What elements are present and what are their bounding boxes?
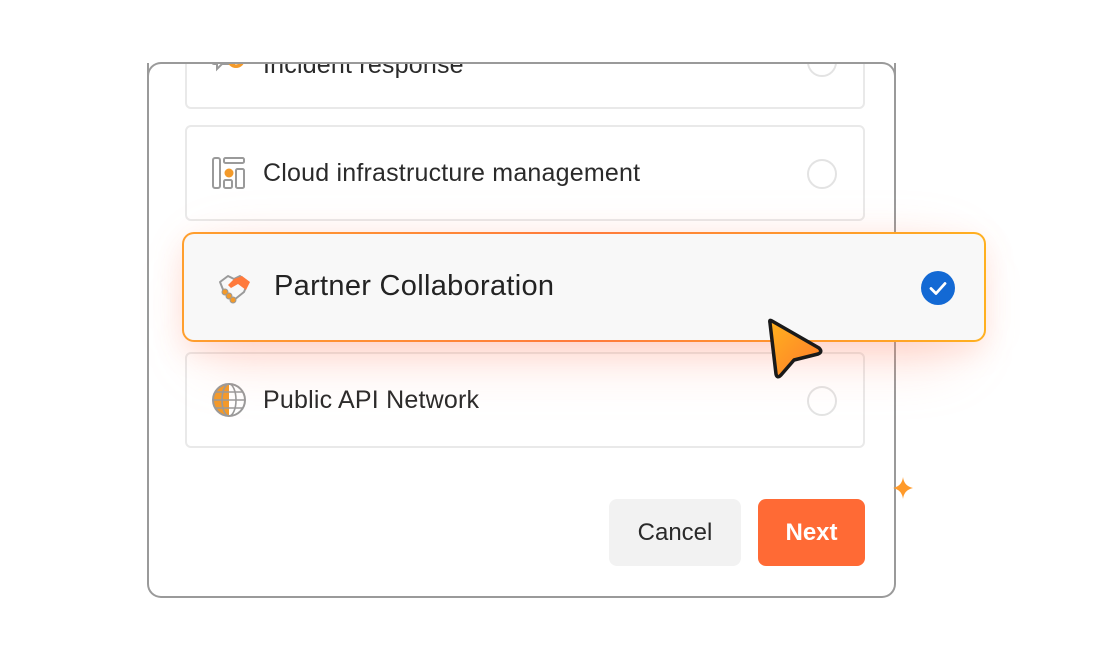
- option-cloud-infrastructure[interactable]: Cloud infrastructure management: [185, 125, 865, 221]
- stage: Incident response Cloud infrastructure m…: [0, 0, 1100, 660]
- option-label: Cloud infrastructure management: [263, 158, 641, 187]
- cancel-button[interactable]: Cancel: [609, 499, 741, 566]
- radio-button[interactable]: [807, 159, 837, 189]
- server-rack-icon: [211, 155, 247, 191]
- sparkle-icon: [893, 477, 913, 499]
- option-public-api-network[interactable]: Public API Network: [185, 352, 865, 448]
- radio-button[interactable]: [807, 386, 837, 416]
- option-partner-collaboration[interactable]: Partner Collaboration: [182, 232, 986, 342]
- option-incident-response[interactable]: Incident response: [185, 63, 865, 109]
- globe-icon: [211, 382, 247, 418]
- option-label: Public API Network: [263, 385, 480, 414]
- pointer-cursor-icon: [766, 316, 826, 382]
- next-button[interactable]: Next: [758, 499, 865, 566]
- option-label: Incident response: [263, 63, 464, 79]
- handshake-icon: [214, 268, 254, 308]
- option-label: Partner Collaboration: [274, 270, 555, 302]
- check-circle-icon[interactable]: [921, 271, 955, 305]
- incident-chat-alert-icon: [211, 63, 247, 79]
- radio-button[interactable]: [807, 63, 837, 77]
